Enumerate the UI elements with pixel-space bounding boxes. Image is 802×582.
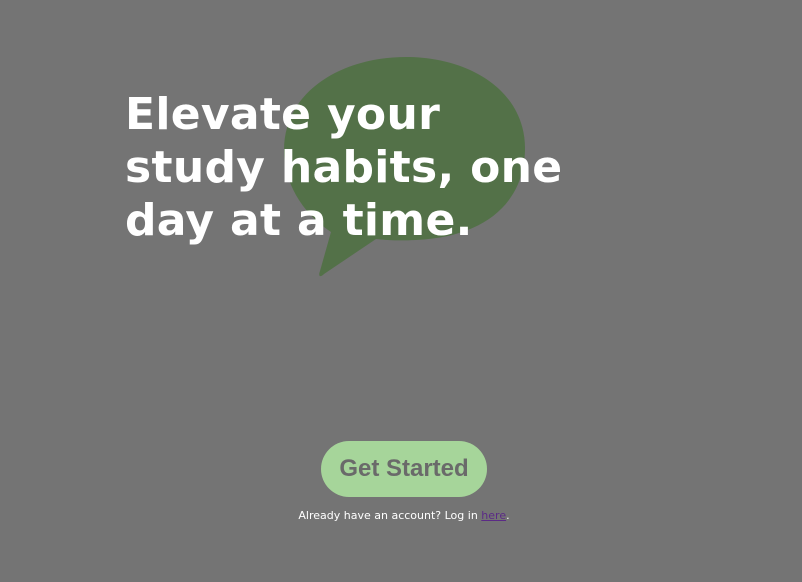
- login-prompt: Already have an account? Log in here.: [0, 509, 802, 522]
- login-link[interactable]: here: [481, 509, 506, 522]
- login-prompt-text: Already have an account? Log in: [298, 509, 482, 522]
- hero-title: Elevate your study habits, one day at a …: [125, 89, 563, 246]
- get-started-button[interactable]: Get Started: [321, 441, 487, 497]
- login-prompt-suffix: .: [506, 509, 510, 522]
